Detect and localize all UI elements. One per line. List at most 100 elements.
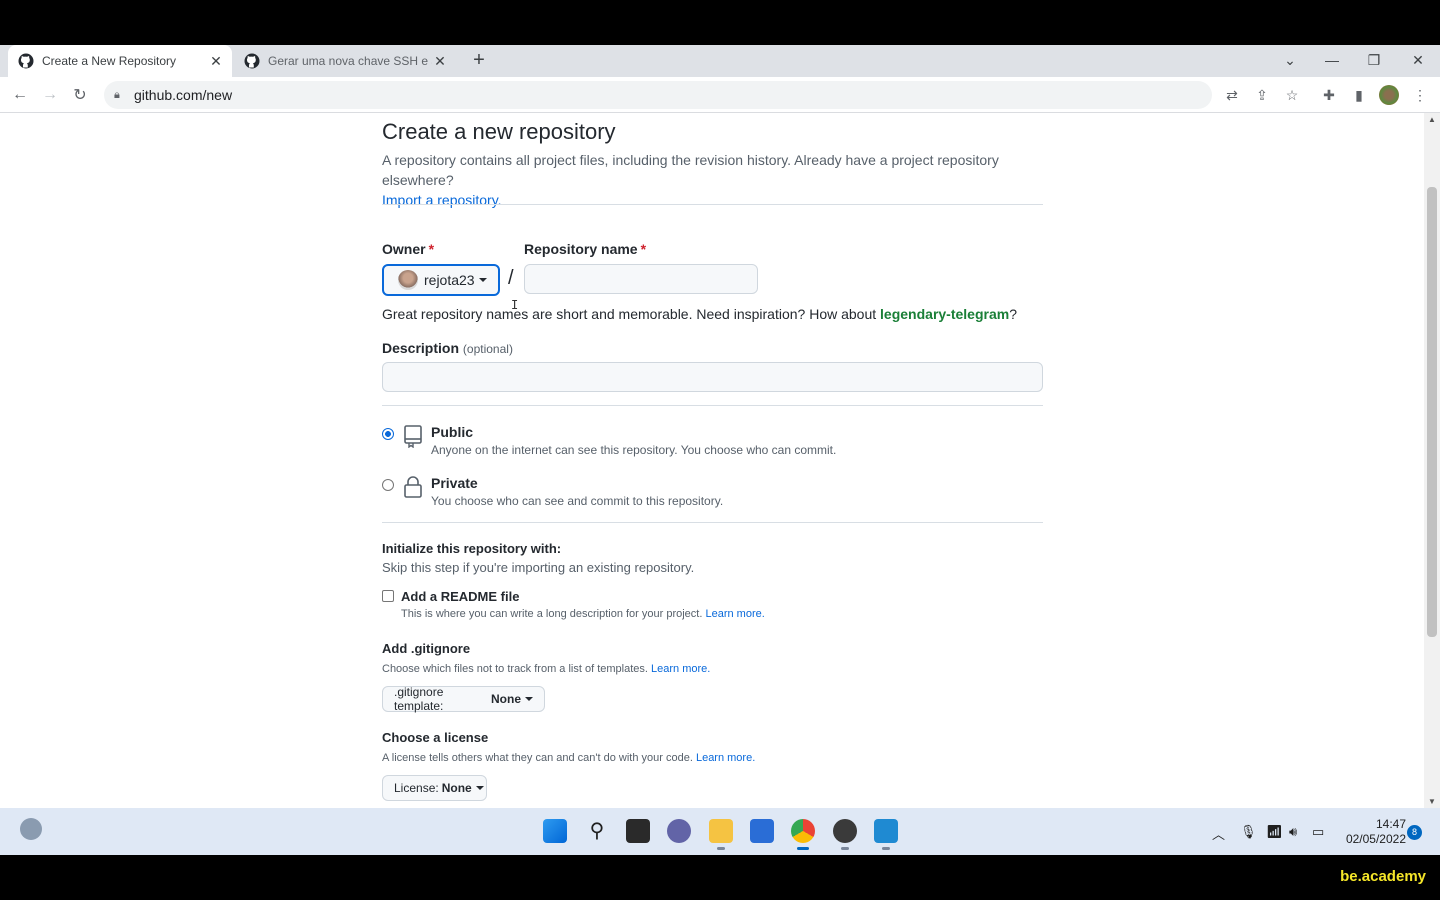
owner-repo-separator: /: [508, 267, 514, 289]
private-title: Private: [431, 475, 478, 491]
page-title: Create a new repository: [382, 119, 616, 144]
close-tab-icon[interactable]: ✕: [432, 53, 448, 70]
back-button[interactable]: ←: [8, 83, 32, 107]
chat-icon[interactable]: [667, 819, 691, 843]
side-panel-icon[interactable]: ▮: [1349, 85, 1369, 105]
init-title: Initialize this repository with:: [382, 541, 562, 556]
owner-value: rejota23: [424, 272, 475, 288]
reload-button[interactable]: ↻: [68, 83, 92, 107]
github-icon: [18, 53, 34, 69]
license-label: License:: [394, 781, 439, 795]
minimize-button[interactable]: —: [1312, 45, 1352, 77]
license-title: Choose a license: [382, 730, 489, 745]
readme-learn-more-link[interactable]: Learn more.: [705, 608, 764, 620]
owner-dropdown[interactable]: rejota23: [382, 264, 500, 296]
address-bar[interactable]: 🔒︎ github.com/new: [104, 81, 1212, 109]
divider: [382, 204, 1043, 205]
caret-down-icon: [478, 278, 487, 282]
bookmark-star-icon[interactable]: ☆: [1282, 85, 1302, 105]
readme-label: Add a README file: [401, 589, 520, 604]
readme-description: This is where you can write a long descr…: [401, 608, 765, 620]
page-lead: A repository contains all project files,…: [382, 150, 1043, 210]
divider: [382, 522, 1043, 523]
repo-icon: [404, 425, 422, 448]
gitignore-template-label: .gitignore template:: [394, 685, 444, 713]
readme-checkbox[interactable]: [382, 590, 394, 602]
avatar: [398, 270, 418, 290]
license-learn-more-link[interactable]: Learn more.: [696, 752, 755, 764]
volume-icon[interactable]: 🔊︎: [1289, 824, 1297, 840]
windows-taskbar: ⚲ ︿ 🎙︎ 📶︎ 🔊︎ ▭ 14:47 02/05/2022 8: [0, 808, 1440, 855]
gitignore-learn-more-link[interactable]: Learn more.: [651, 663, 710, 675]
search-icon[interactable]: ⚲: [585, 819, 609, 843]
chrome-icon[interactable]: [791, 819, 815, 843]
text-cursor-icon: I: [511, 298, 519, 312]
menu-kebab-icon[interactable]: ⋮: [1410, 85, 1430, 105]
divider: [382, 405, 1043, 406]
running-indicator: [717, 847, 725, 850]
new-tab-button[interactable]: +: [468, 49, 490, 73]
public-title: Public: [431, 424, 474, 440]
lead-text: A repository contains all project files,…: [382, 152, 999, 188]
translate-icon[interactable]: ⇄: [1222, 85, 1242, 105]
gitignore-template-dropdown[interactable]: .gitignore template: None: [382, 685, 545, 713]
import-repository-link[interactable]: Import a repository.: [382, 192, 502, 208]
task-view-icon[interactable]: [626, 819, 650, 843]
scrollbar-thumb[interactable]: [1427, 187, 1437, 637]
tab-search-icon[interactable]: ⌄: [1270, 45, 1310, 77]
wifi-icon[interactable]: 📶︎: [1266, 824, 1283, 840]
name-hint: Great repository names are short and mem…: [382, 306, 1018, 322]
page-scrollbar[interactable]: ▲ ▼: [1424, 113, 1440, 808]
extensions-icon[interactable]: ✚: [1319, 85, 1339, 105]
description-input[interactable]: [382, 362, 1043, 392]
clock[interactable]: 14:47 02/05/2022: [1336, 817, 1406, 847]
suggested-name-link[interactable]: legendary-telegram: [880, 306, 1009, 322]
scroll-down-icon[interactable]: ▼: [1428, 797, 1436, 806]
running-indicator: [841, 847, 849, 850]
battery-icon[interactable]: ▭: [1312, 824, 1324, 840]
public-radio[interactable]: [382, 428, 394, 440]
init-subtitle: Skip this step if you're importing an ex…: [382, 560, 695, 575]
microphone-icon[interactable]: 🎙︎: [1240, 824, 1257, 840]
store-icon[interactable]: [750, 819, 774, 843]
notification-badge[interactable]: 8: [1407, 825, 1422, 840]
active-indicator: [797, 847, 809, 850]
forward-button[interactable]: →: [38, 83, 62, 107]
repo-name-input[interactable]: [524, 264, 758, 294]
lock-icon: [404, 476, 422, 498]
lock-icon[interactable]: 🔒︎: [114, 89, 126, 102]
widgets-icon[interactable]: [20, 818, 42, 840]
github-icon: [244, 53, 260, 69]
private-description: You choose who can see and commit to thi…: [431, 494, 724, 508]
caret-down-icon: [525, 697, 533, 701]
chevron-up-icon[interactable]: ︿: [1212, 824, 1225, 843]
notepad-icon[interactable]: [874, 819, 898, 843]
description-label: Description (optional): [382, 340, 513, 356]
close-tab-icon[interactable]: ✕: [208, 53, 224, 70]
public-description: Anyone on the internet can see this repo…: [431, 443, 837, 457]
gitignore-template-value: None: [491, 692, 521, 706]
running-indicator: [882, 847, 890, 850]
profile-avatar[interactable]: [1379, 85, 1399, 105]
owner-label: Owner *: [382, 241, 435, 257]
start-windows-icon[interactable]: [543, 819, 567, 843]
scroll-up-icon[interactable]: ▲: [1428, 115, 1436, 124]
license-dropdown[interactable]: License: None: [382, 775, 487, 801]
url-text: github.com/new: [134, 87, 233, 103]
file-explorer-icon[interactable]: [709, 819, 733, 843]
gitignore-title: Add .gitignore: [382, 641, 471, 656]
share-icon[interactable]: ⇪: [1252, 85, 1272, 105]
close-window-button[interactable]: ✕: [1398, 45, 1438, 77]
tab-title: Create a New Repository: [42, 54, 177, 68]
clock-date: 02/05/2022: [1345, 832, 1406, 846]
obs-icon[interactable]: [833, 819, 857, 843]
private-radio[interactable]: [382, 479, 394, 491]
license-value: None: [441, 781, 472, 795]
repo-name-label: Repository name *: [524, 241, 647, 257]
tab-create-repository[interactable]: Create a New Repository ✕: [8, 45, 232, 77]
page-viewport: Create a new repository A repository con…: [0, 113, 1424, 808]
watermark-logo: be.academy: [1340, 868, 1426, 885]
clock-time: 14:47: [1375, 817, 1406, 831]
restore-button[interactable]: ❐: [1354, 45, 1394, 77]
tab-ssh-key[interactable]: Gerar uma nova chave SSH e adi ✕: [234, 45, 456, 77]
